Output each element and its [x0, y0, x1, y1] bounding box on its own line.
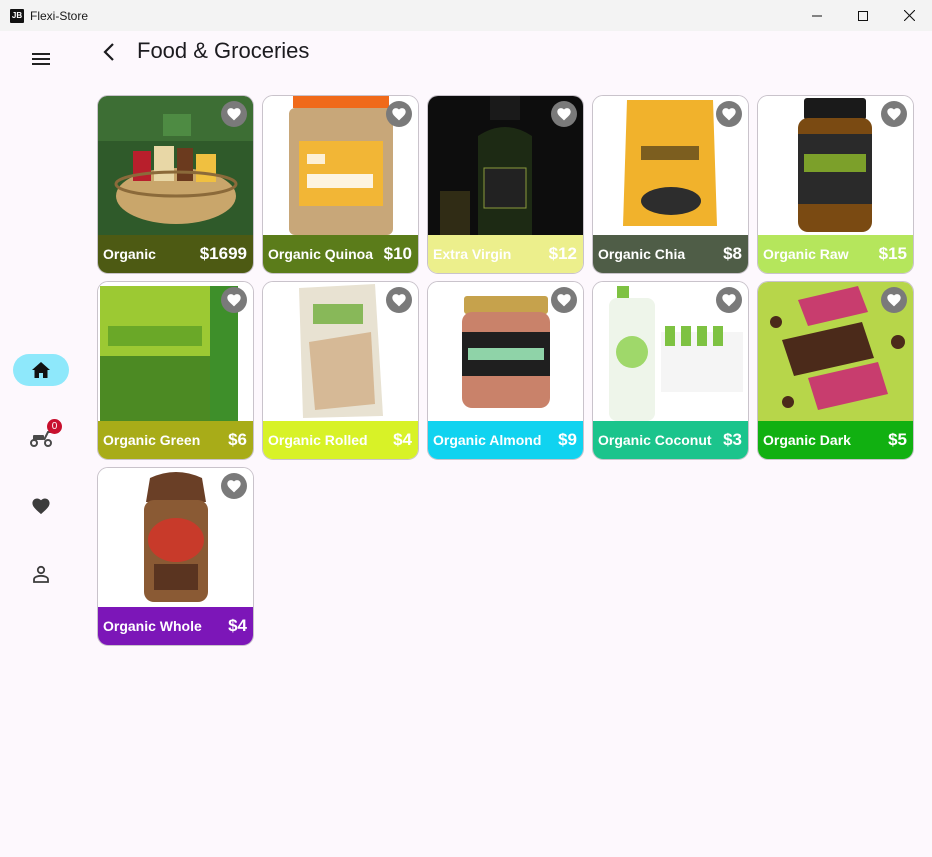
heart-icon	[557, 294, 571, 307]
product-price: $1699	[199, 244, 247, 263]
minimize-button[interactable]	[794, 0, 840, 31]
hamburger-icon	[32, 53, 50, 65]
arrow-back-icon	[103, 43, 114, 61]
heart-icon	[887, 108, 901, 121]
product-info-bar: Organic Raw $15	[758, 235, 913, 273]
heart-icon	[557, 108, 571, 121]
product-info-bar: Organic Rolled $4	[263, 421, 418, 459]
product-card[interactable]: Organic Green $6	[97, 281, 254, 460]
product-price: $9	[558, 430, 577, 449]
nav-favorites[interactable]	[13, 490, 69, 522]
product-card[interactable]: Organic Quinoa $10	[262, 95, 419, 274]
favorite-button[interactable]	[551, 287, 577, 313]
favorite-button[interactable]	[386, 287, 412, 313]
product-price: $15	[878, 244, 907, 263]
heart-icon	[32, 498, 50, 515]
app-icon: JB	[10, 8, 24, 23]
product-name: Organic	[103, 246, 156, 262]
product-card[interactable]: Organic $1699	[97, 95, 254, 274]
product-name: Organic Raw	[763, 246, 849, 262]
product-name: Organic Chia	[598, 246, 686, 262]
product-price: $10	[383, 244, 412, 263]
heart-icon	[227, 294, 241, 307]
heart-icon	[392, 108, 406, 121]
home-icon	[32, 362, 50, 378]
nav-home[interactable]	[13, 354, 69, 386]
favorite-button[interactable]	[716, 101, 742, 127]
product-info-bar: Organic Green $6	[98, 421, 253, 459]
window-title: Flexi-Store	[30, 8, 89, 23]
product-card[interactable]: Organic Dark $5	[757, 281, 914, 460]
product-name: Organic Whole	[103, 618, 202, 634]
heart-icon	[227, 480, 241, 493]
product-price: $6	[228, 430, 247, 449]
favorite-button[interactable]	[716, 287, 742, 313]
heart-icon	[392, 294, 406, 307]
favorite-button[interactable]	[386, 101, 412, 127]
page-title: Food & Groceries	[137, 38, 310, 63]
product-info-bar: Organic Almond $9	[428, 421, 583, 459]
product-info-bar: Organic Chia $8	[593, 235, 748, 273]
heart-icon	[722, 294, 736, 307]
favorite-button[interactable]	[221, 101, 247, 127]
favorite-button[interactable]	[881, 101, 907, 127]
product-info-bar: Organic Whole $4	[98, 607, 253, 645]
maximize-icon	[858, 10, 868, 21]
back-button[interactable]	[98, 40, 120, 64]
heart-icon	[227, 108, 241, 121]
nav-profile[interactable]	[13, 558, 69, 590]
product-price: $4	[393, 430, 412, 449]
product-price: $12	[548, 244, 577, 263]
product-price: $5	[888, 430, 907, 449]
product-price: $3	[723, 430, 742, 449]
product-info-bar: Organic Quinoa $10	[263, 235, 418, 273]
product-card[interactable]: Organic Coconut $3	[592, 281, 749, 460]
minimize-icon	[812, 15, 822, 16]
maximize-button[interactable]	[840, 0, 886, 31]
product-name: Organic Dark	[763, 432, 851, 448]
favorite-button[interactable]	[551, 101, 577, 127]
product-name: Organic Quinoa	[268, 246, 374, 262]
product-info-bar: Organic Coconut $3	[593, 421, 748, 459]
close-icon	[903, 10, 915, 21]
nav-cart[interactable]: 0	[13, 419, 69, 454]
heart-icon	[722, 108, 736, 121]
product-info-bar: Organic $1699	[98, 235, 253, 273]
cart-badge: 0	[47, 419, 62, 434]
product-price: $4	[228, 616, 247, 635]
product-card[interactable]: Organic Chia $8	[592, 95, 749, 274]
product-info-bar: Extra Virgin $12	[428, 235, 583, 273]
product-info-bar: Organic Dark $5	[758, 421, 913, 459]
product-card[interactable]: Organic Almond $9	[427, 281, 584, 460]
product-card[interactable]: Organic Raw $15	[757, 95, 914, 274]
product-name: Organic Coconut	[598, 432, 712, 448]
product-name: Extra Virgin	[433, 246, 512, 262]
product-card[interactable]: Organic Whole $4	[97, 467, 254, 646]
window-titlebar: JB Flexi-Store	[0, 0, 932, 31]
menu-button[interactable]	[22, 49, 60, 69]
product-card[interactable]: Extra Virgin $12	[427, 95, 584, 274]
favorite-button[interactable]	[881, 287, 907, 313]
navigation-rail: 0	[0, 31, 82, 857]
heart-icon	[887, 294, 901, 307]
product-name: Organic Almond	[433, 432, 542, 448]
product-price: $8	[723, 244, 742, 263]
favorite-button[interactable]	[221, 287, 247, 313]
favorite-button[interactable]	[221, 473, 247, 499]
product-name: Organic Rolled	[268, 432, 368, 448]
product-card[interactable]: Organic Rolled $4	[262, 281, 419, 460]
person-icon	[33, 565, 49, 583]
product-name: Organic Green	[103, 432, 201, 448]
close-button[interactable]	[886, 0, 932, 31]
